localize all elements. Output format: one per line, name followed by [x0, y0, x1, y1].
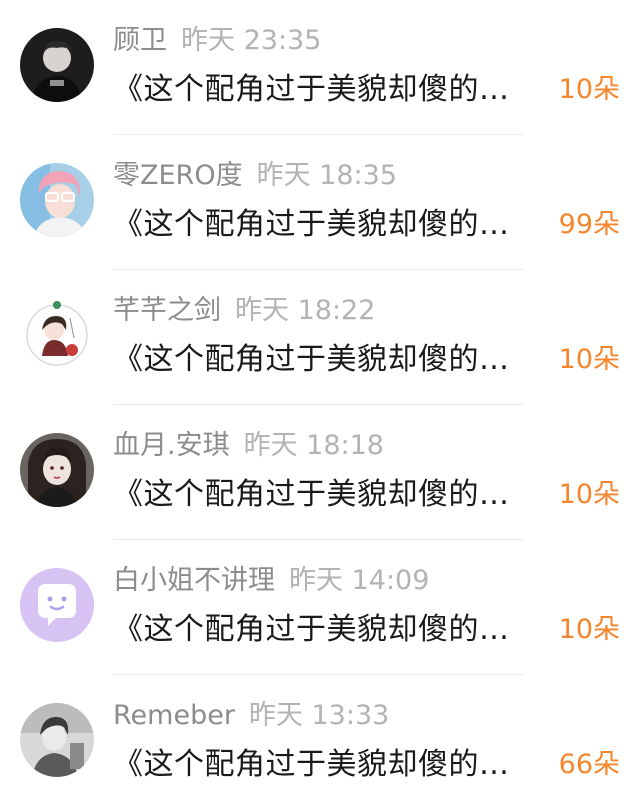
item-title[interactable]: 《这个配角过于美貌却傻的…	[113, 205, 510, 245]
timestamp: 昨天 18:18	[243, 430, 384, 461]
timestamp: 昨天 18:35	[256, 160, 397, 191]
item-title[interactable]: 《这个配角过于美貌却傻的…	[113, 610, 510, 650]
username[interactable]: 白小姐不讲理	[113, 565, 275, 596]
flower-count: 10朵	[558, 479, 620, 510]
message-list: 顾卫 昨天 23:35 《这个配角过于美貌却傻的… 10朵 零ZERO度 昨天 18…	[0, 0, 640, 808]
timestamp: 昨天 13:33	[248, 700, 390, 731]
avatar-dark-portrait-icon[interactable]	[20, 28, 94, 102]
item-title[interactable]: 《这个配角过于美貌却傻的…	[113, 70, 510, 110]
item-meta: 零ZERO度 昨天 18:35	[113, 159, 397, 193]
avatar-gothic-portrait-icon[interactable]	[20, 433, 94, 507]
item-title[interactable]: 《这个配角过于美貌却傻的…	[113, 745, 510, 785]
item-meta: 芊芊之剑 昨天 18:22	[113, 294, 375, 328]
item-meta: Remeber 昨天 13:33	[113, 699, 389, 733]
item-title[interactable]: 《这个配角过于美貌却傻的…	[113, 475, 510, 515]
username[interactable]: Remeber	[113, 700, 235, 731]
username[interactable]: 零ZERO度	[113, 160, 243, 191]
flower-count: 66朵	[558, 749, 620, 780]
username[interactable]: 顾卫	[113, 25, 167, 56]
list-item[interactable]: 顾卫 昨天 23:35 《这个配角过于美貌却傻的… 10朵	[0, 0, 640, 135]
item-meta: 血月.安琪 昨天 18:18	[113, 429, 384, 463]
list-item[interactable]: 血月.安琪 昨天 18:18 《这个配角过于美貌却傻的… 10朵	[0, 405, 640, 540]
item-meta: 顾卫 昨天 23:35	[113, 24, 321, 58]
timestamp: 昨天 14:09	[289, 565, 430, 596]
username[interactable]: 芊芊之剑	[113, 295, 221, 326]
username[interactable]: 血月.安琪	[113, 430, 230, 461]
list-item[interactable]: 芊芊之剑 昨天 18:22 《这个配角过于美貌却傻的… 10朵	[0, 270, 640, 405]
list-item[interactable]: Remeber 昨天 13:33 《这个配角过于美貌却傻的… 66朵	[0, 675, 640, 810]
timestamp: 昨天 18:22	[235, 295, 376, 326]
flower-count: 10朵	[558, 614, 620, 645]
list-item[interactable]: 零ZERO度 昨天 18:35 《这个配角过于美貌却傻的… 99朵	[0, 135, 640, 270]
list-item[interactable]: 白小姐不讲理 昨天 14:09 《这个配角过于美貌却傻的… 10朵	[0, 540, 640, 675]
timestamp: 昨天 23:35	[181, 25, 322, 56]
avatar-anime-glasses-icon[interactable]	[20, 163, 94, 237]
avatar-chibi-character-icon[interactable]	[20, 298, 94, 372]
item-title[interactable]: 《这个配角过于美貌却傻的…	[113, 340, 510, 380]
flower-count: 10朵	[558, 74, 620, 105]
avatar-grey-portrait-icon[interactable]	[20, 703, 94, 777]
flower-count: 10朵	[558, 344, 620, 375]
item-meta: 白小姐不讲理 昨天 14:09	[113, 564, 429, 598]
flower-count: 99朵	[558, 209, 620, 240]
avatar-default-chat-icon[interactable]	[20, 568, 94, 642]
